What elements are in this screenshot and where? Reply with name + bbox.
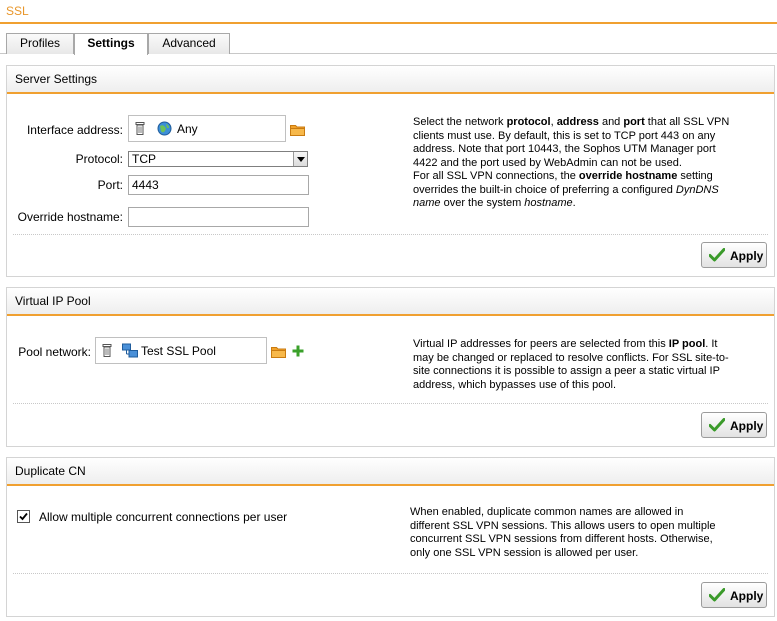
trash-icon[interactable] xyxy=(135,122,145,135)
protocol-label: Protocol: xyxy=(75,152,123,166)
duplicate-cn-help: When enabled, duplicate common names are… xyxy=(410,506,716,559)
check-icon xyxy=(709,418,725,432)
override-hostname-label: Override hostname: xyxy=(17,210,123,224)
duplicate-cn-apply-button[interactable]: Apply xyxy=(701,582,767,608)
tab-bar: Profiles Settings Advanced xyxy=(0,33,777,55)
allow-multiple-connections-checkbox[interactable] xyxy=(17,510,30,523)
check-icon xyxy=(19,512,28,521)
pool-network-label: Pool network: xyxy=(18,345,91,359)
virtual-ip-pool-divider xyxy=(13,403,768,404)
check-icon xyxy=(709,248,725,262)
virtual-ip-pool-header: Virtual IP Pool xyxy=(7,288,774,316)
folder-icon[interactable] xyxy=(271,346,286,358)
pool-network-box[interactable]: Test SSL Pool xyxy=(95,337,267,364)
interface-address-value: Any xyxy=(177,122,198,136)
chevron-down-icon[interactable] xyxy=(293,152,307,166)
apply-label: Apply xyxy=(730,249,764,263)
title-bar: SSL xyxy=(0,0,777,24)
override-hostname-input[interactable] xyxy=(128,207,309,227)
virtual-ip-pool-apply-button[interactable]: Apply xyxy=(701,412,767,438)
duplicate-cn-divider xyxy=(13,573,768,574)
virtual-ip-pool-panel: Virtual IP Pool Pool network: Test SSL P… xyxy=(6,287,775,447)
allow-multiple-connections-label[interactable]: Allow multiple concurrent connections pe… xyxy=(39,510,287,524)
virtual-ip-pool-help: Virtual IP addresses for peers are selec… xyxy=(413,338,729,391)
pool-network-value: Test SSL Pool xyxy=(141,344,216,358)
apply-label: Apply xyxy=(730,589,764,603)
apply-label: Apply xyxy=(730,419,764,433)
tab-advanced[interactable]: Advanced xyxy=(148,33,230,54)
server-settings-apply-button[interactable]: Apply xyxy=(701,242,767,268)
interface-address-box[interactable]: Any xyxy=(128,115,286,142)
protocol-select[interactable]: TCP xyxy=(128,151,308,167)
server-settings-divider xyxy=(13,234,768,235)
duplicate-cn-header: Duplicate CN xyxy=(7,458,774,486)
tab-settings[interactable]: Settings xyxy=(74,33,148,55)
port-input[interactable]: 4443 xyxy=(128,175,309,195)
server-settings-help: Select the network protocol, address and… xyxy=(413,116,730,209)
duplicate-cn-panel: Duplicate CN Allow multiple concurrent c… xyxy=(6,457,775,617)
trash-icon[interactable] xyxy=(102,344,112,357)
check-icon xyxy=(709,588,725,602)
globe-network-icon xyxy=(157,121,172,136)
tab-profiles[interactable]: Profiles xyxy=(6,33,74,54)
folder-icon[interactable] xyxy=(290,124,305,136)
server-settings-header: Server Settings xyxy=(7,66,774,94)
server-settings-panel: Server Settings Interface address: Any P… xyxy=(6,65,775,277)
protocol-select-value: TCP xyxy=(132,152,156,166)
interface-address-label: Interface address: xyxy=(26,123,123,137)
ssl-settings-page: SSL Profiles Settings Advanced Server Se… xyxy=(0,0,777,621)
network-pool-icon xyxy=(122,343,138,358)
page-title: SSL xyxy=(6,4,29,18)
plus-icon[interactable] xyxy=(292,345,304,357)
port-label: Port: xyxy=(97,178,123,192)
